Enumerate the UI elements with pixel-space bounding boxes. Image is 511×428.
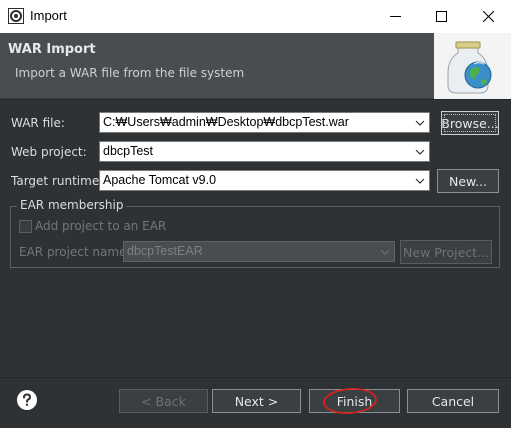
war-import-wizard-icon bbox=[434, 33, 511, 99]
new-runtime-button-label: New... bbox=[448, 173, 488, 189]
back-button-label: < Back bbox=[141, 393, 186, 409]
cancel-button[interactable]: Cancel bbox=[407, 389, 499, 413]
web-project-value: dbcpTest bbox=[103, 144, 154, 158]
chevron-down-icon[interactable] bbox=[411, 171, 429, 190]
new-ear-project-label: New Project... bbox=[403, 244, 489, 260]
ear-project-name-combo[interactable]: dbcpTestEAR bbox=[123, 241, 395, 262]
wizard-description: Import a WAR file from the file system bbox=[15, 66, 245, 80]
chevron-down-icon bbox=[376, 242, 394, 261]
finish-annotation-circle bbox=[323, 388, 377, 414]
target-runtime-combo[interactable]: Apache Tomcat v9.0 bbox=[99, 170, 430, 191]
add-to-ear-checkbox[interactable] bbox=[19, 220, 32, 233]
web-project-label: Web project: bbox=[11, 145, 87, 159]
new-runtime-button[interactable]: New... bbox=[437, 169, 499, 193]
new-ear-project-button[interactable]: New Project... bbox=[400, 240, 492, 264]
cancel-button-label: Cancel bbox=[431, 393, 475, 409]
browse-button-label: Browse... bbox=[441, 115, 499, 131]
ear-membership-title: EAR membership bbox=[17, 198, 127, 212]
banner-separator bbox=[0, 99, 511, 100]
close-button[interactable] bbox=[465, 0, 511, 33]
chevron-down-icon[interactable] bbox=[411, 142, 429, 161]
window-title: Import bbox=[30, 8, 67, 23]
maximize-button[interactable] bbox=[418, 0, 464, 33]
war-file-value: C:₩Users₩admin₩Desktop₩dbcpTest.war bbox=[103, 115, 349, 129]
war-file-combo[interactable]: C:₩Users₩admin₩Desktop₩dbcpTest.war bbox=[99, 112, 430, 133]
close-icon bbox=[482, 11, 494, 22]
target-runtime-label: Target runtime: bbox=[11, 174, 104, 188]
wizard-heading: WAR Import bbox=[8, 42, 96, 57]
minimize-button[interactable] bbox=[372, 0, 418, 33]
eclipse-app-icon bbox=[8, 8, 24, 24]
target-runtime-value: Apache Tomcat v9.0 bbox=[103, 173, 217, 187]
footer-separator bbox=[0, 377, 511, 378]
title-bar: Import bbox=[0, 0, 511, 33]
next-button[interactable]: Next > bbox=[212, 389, 301, 413]
back-button[interactable]: < Back bbox=[119, 389, 208, 413]
ear-project-name-label: EAR project name: bbox=[19, 245, 131, 259]
web-project-combo[interactable]: dbcpTest bbox=[99, 141, 430, 162]
ear-project-name-value: dbcpTestEAR bbox=[127, 244, 203, 258]
maximize-icon bbox=[435, 11, 447, 22]
next-button-label: Next > bbox=[234, 393, 279, 409]
browse-button[interactable]: Browse... bbox=[441, 111, 499, 135]
war-file-label: WAR file: bbox=[11, 116, 65, 130]
add-to-ear-label: Add project to an EAR bbox=[35, 219, 167, 233]
chevron-down-icon[interactable] bbox=[411, 113, 429, 132]
wizard-banner: WAR Import Import a WAR file from the fi… bbox=[0, 33, 511, 99]
help-icon[interactable] bbox=[17, 390, 37, 410]
minimize-icon bbox=[389, 11, 401, 22]
